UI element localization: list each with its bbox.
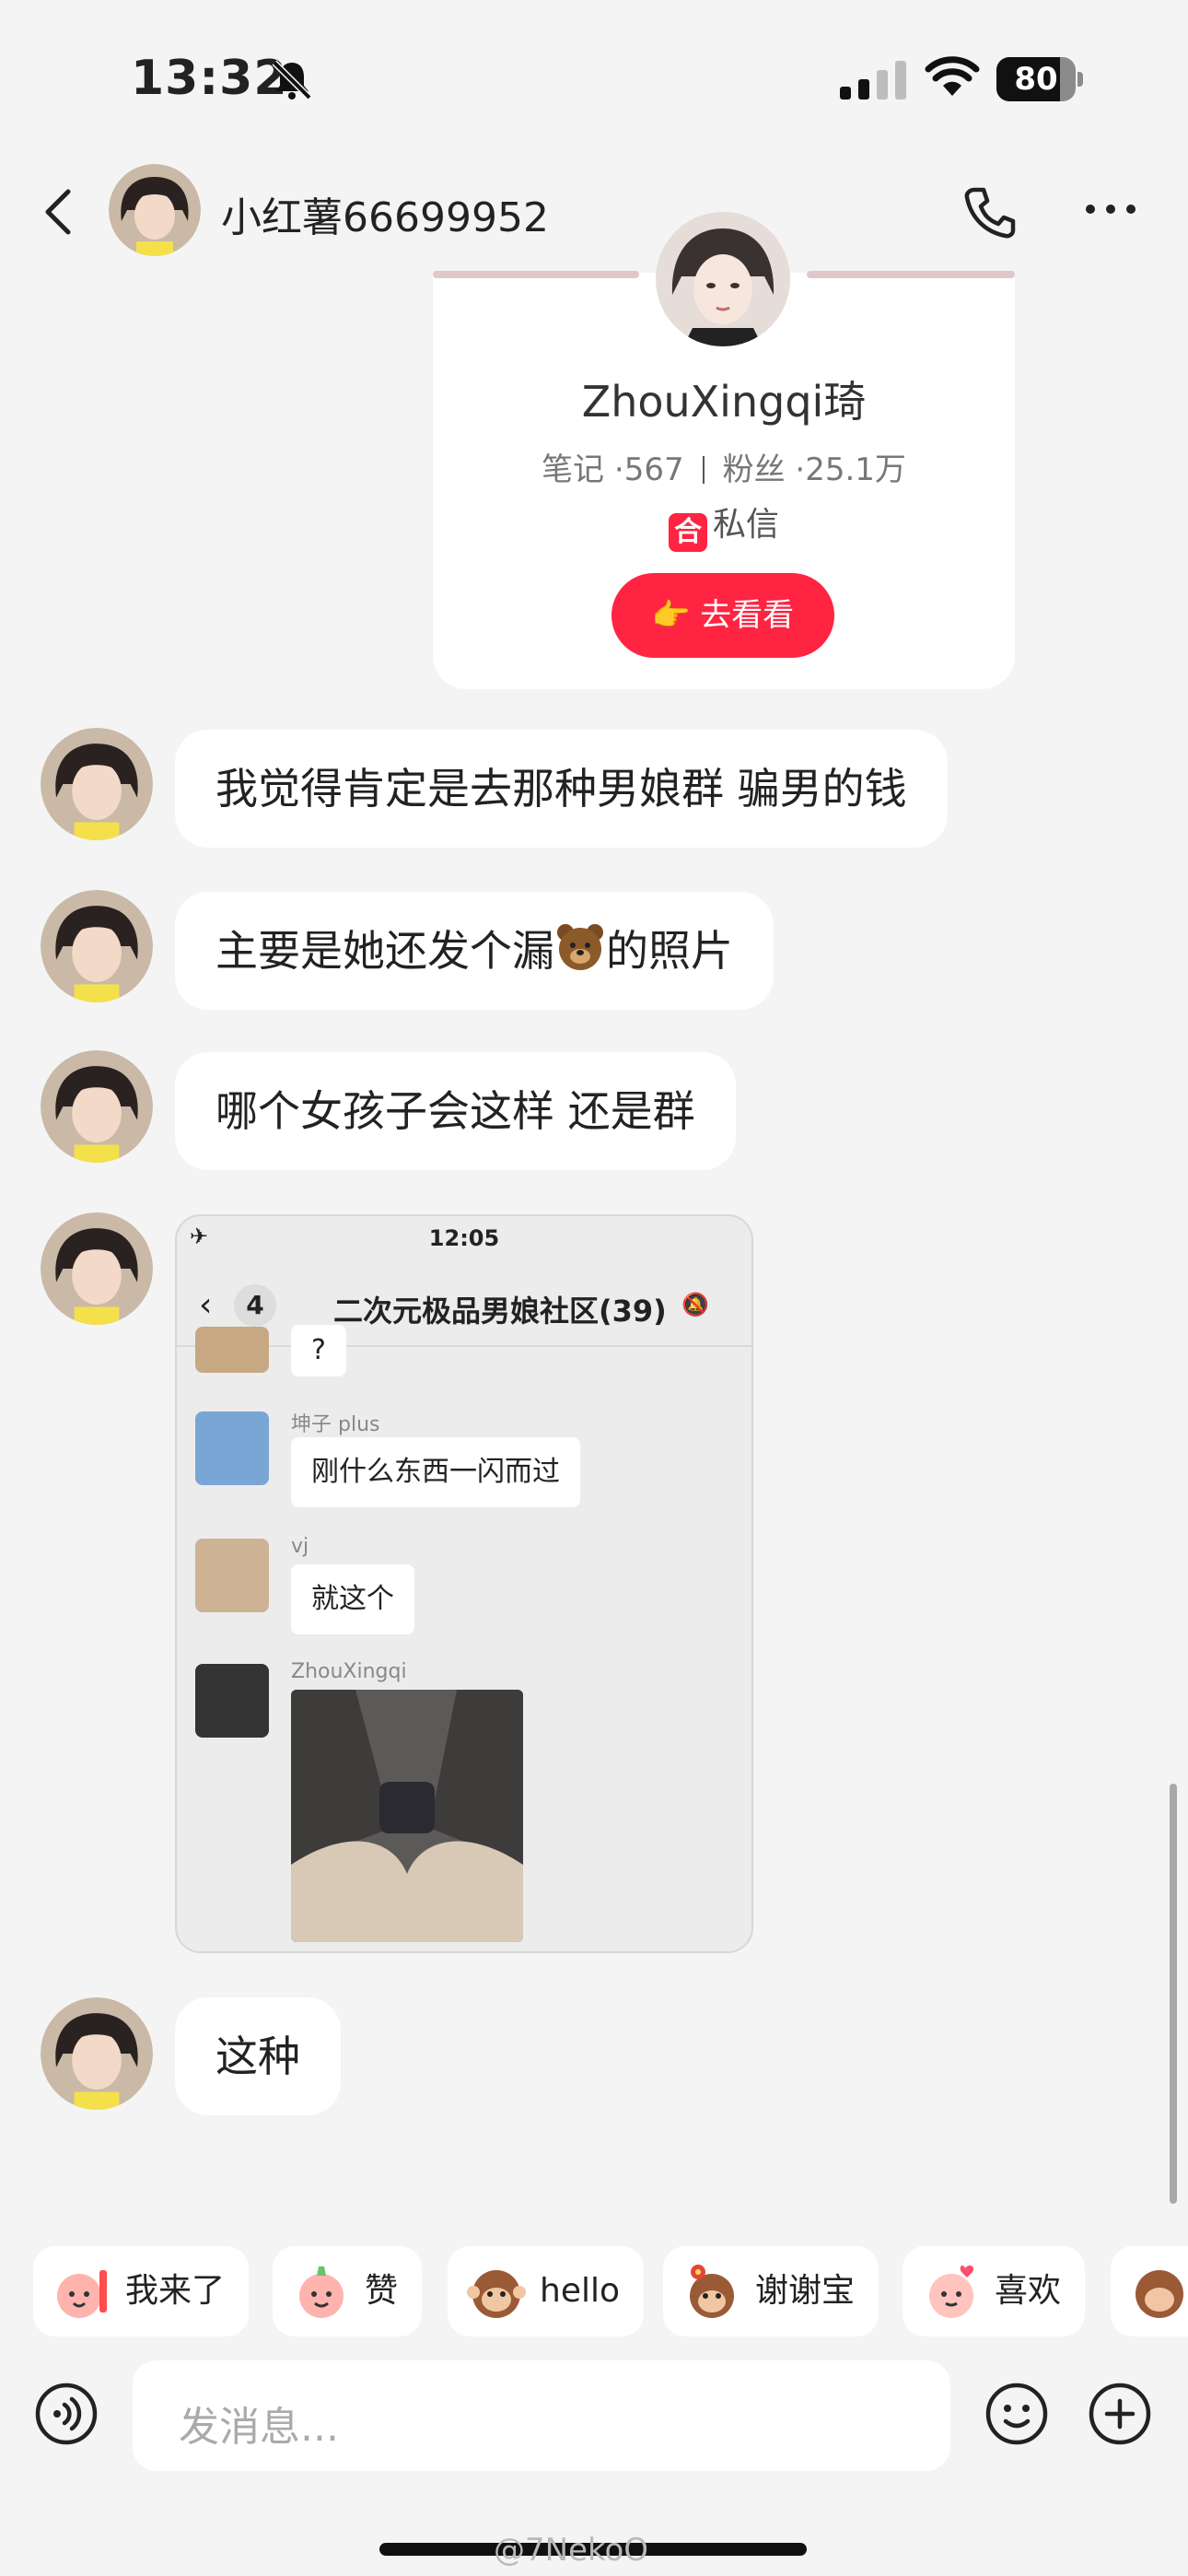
message-input-placeholder: 发消息... [179,2404,339,2451]
fans-count: 25.1万 [805,451,906,488]
bear-emoji-icon [557,924,603,970]
card-divider-left [433,271,639,278]
peach-heart-icon [929,2266,974,2318]
sender-avatar[interactable] [41,1997,153,2110]
screenshot-avatar [195,1411,269,1485]
screenshot-sender-name: 坤子 plus [291,1413,380,1436]
phone-call-icon[interactable] [961,184,1017,240]
cellular-signal-icon [840,61,906,100]
bell-muted-icon [272,60,312,100]
status-time: 13:32 [131,51,288,106]
screenshot-avatar [195,1539,269,1612]
screenshot-avatar [195,1327,269,1373]
pointing-hand-icon: 👉 [651,597,692,634]
message-bubble[interactable]: 主要是她还发个漏 的照片 [175,892,774,1010]
quick-reply-label: 我来了 [125,2272,226,2310]
mute-bell-icon: 🔕 [681,1292,709,1317]
quick-reply-chip[interactable]: 我来了 [33,2246,250,2336]
screenshot-bubble: 刚什么东西一闪而过 [291,1437,580,1507]
sender-avatar[interactable] [41,728,153,840]
profile-avatar[interactable] [656,212,790,346]
watermark: @7NekoO [494,2532,649,2569]
back-arrow-icon[interactable] [37,184,83,240]
message-bubble[interactable]: 哪个女孩子会这样 还是群 [175,1052,736,1170]
profile-stats: 笔记 ·567 粉丝 ·25.1万 [542,451,906,488]
dm-label: 私信 [712,506,779,544]
battery-level: 80 [1014,61,1058,98]
card-divider-right [807,271,1015,278]
add-attachment-icon[interactable] [1087,2381,1153,2447]
sender-avatar[interactable] [41,1212,153,1325]
screenshot-unread-count: 4 [234,1284,276,1327]
visit-profile-label: 去看看 [700,597,795,634]
quick-reply-chip[interactable]: hello [448,2246,644,2336]
quick-reply-chip[interactable]: 谢谢宝 [663,2246,879,2336]
screenshot-time: 12:05 [428,1225,500,1251]
monkey-icon [1136,2270,1183,2318]
peach-cheer-icon [57,2270,107,2318]
profile-dm-row: 合私信 [433,498,1015,552]
quick-reply-bar: 我来了 赞 hello 谢谢宝 喜欢 [0,2211,1188,2368]
message-text: 主要是她还发个漏 [215,926,554,976]
message-text: 的照片 [606,926,733,976]
more-options-icon[interactable] [1085,198,1136,220]
message-input[interactable]: 发消息... [133,2360,950,2471]
monkey-wave-icon [467,2270,526,2318]
quick-reply-chip[interactable]: 喜欢 [903,2246,1086,2336]
screenshot-back-icon: ‹ [199,1286,213,1324]
quick-reply-label: 赞 [365,2272,399,2310]
sender-avatar[interactable] [41,1050,153,1163]
scrollbar[interactable] [1170,1784,1177,2204]
quick-reply-label: 谢谢宝 [755,2272,856,2310]
peach-thumb-icon [299,2266,344,2318]
screenshot-sender-name: ZhouXingqi [291,1660,407,1683]
screenshot-avatar [195,1664,269,1738]
message-bubble[interactable]: 这种 [175,1997,341,2115]
fans-label: 粉丝 [722,451,786,488]
chat-title: 小红薯66699952 [221,194,549,241]
screenshot-group-title: 二次元极品男娘社区(39) [333,1294,667,1329]
chat-header: 小红薯66699952 [0,157,1188,267]
emoji-icon[interactable] [984,2381,1050,2447]
notes-count: 567 [623,451,684,488]
screenshot-status-bar: ✈ 12:05 [177,1216,751,1262]
screenshot-photo [291,1690,523,1942]
visit-profile-button[interactable]: 👉 去看看 [611,573,834,658]
quick-reply-label: 喜欢 [995,2272,1062,2310]
wifi-icon [925,56,980,96]
notes-label: 笔记 [542,451,605,488]
quick-reply-chip-partial[interactable] [1111,2246,1188,2336]
dm-badge-icon: 合 [668,513,707,552]
screenshot-bubble: 就这个 [291,1564,414,1634]
message-bubble[interactable]: 我觉得肯定是去那种男娘群 骗男的钱 [175,730,948,848]
quick-reply-chip[interactable]: 赞 [273,2246,423,2336]
screenshot-image-message[interactable]: ✈ 12:05 ‹ 4 二次元极品男娘社区(39) 🔕 ? 坤子 plus 刚什… [175,1214,753,1953]
quick-reply-label: hello [540,2272,620,2310]
status-bar: 13:32 80 [0,0,1188,157]
screenshot-sender-name: vj [291,1535,309,1558]
battery-icon: 80 [996,57,1083,101]
voice-input-icon[interactable] [33,2381,99,2447]
sender-avatar[interactable] [41,890,153,1002]
monkey-flower-icon [690,2265,734,2318]
screenshot-bubble: ? [291,1325,346,1376]
profile-name: ZhouXingqi琦 [581,377,867,427]
contact-avatar[interactable] [109,164,201,256]
